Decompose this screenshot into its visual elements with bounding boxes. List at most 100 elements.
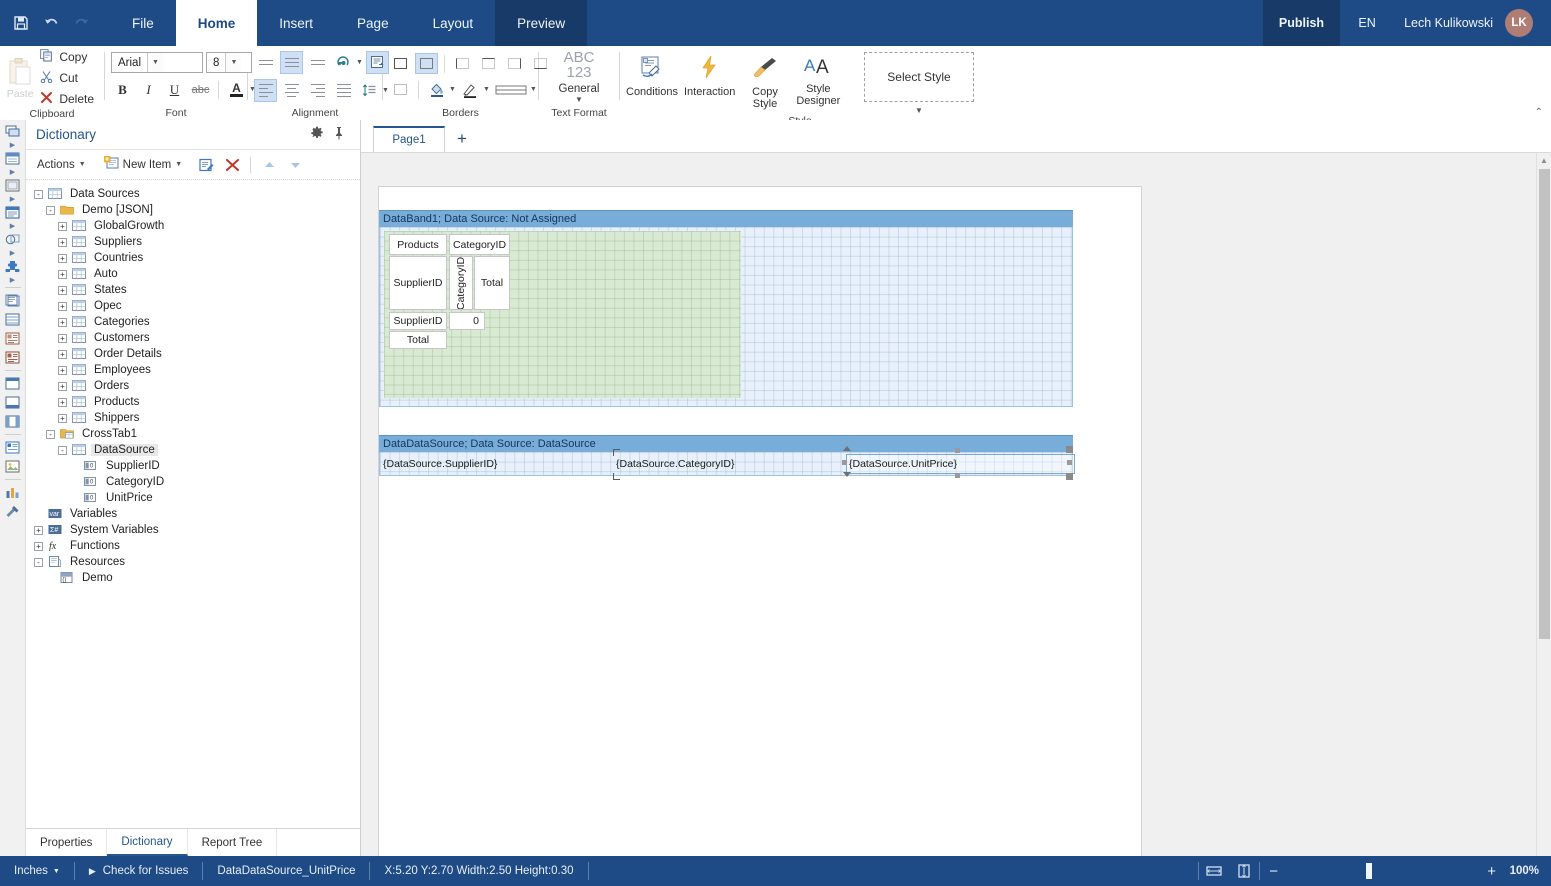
align-center-button[interactable] (280, 79, 303, 102)
border-style-button[interactable] (493, 79, 529, 100)
border-all-button[interactable] (389, 53, 412, 74)
tree-node-data-sources[interactable]: - Data Sources (26, 186, 360, 202)
tree-node-employees[interactable]: + Employees (26, 362, 360, 378)
band-header-datadatasource[interactable]: DataDataSource; Data Source: DataSource (379, 435, 1073, 452)
resize-handle-top-right[interactable] (1066, 446, 1073, 453)
crosstab-cell-products[interactable]: Products (389, 234, 447, 255)
page-tab-page1[interactable]: Page1 (373, 126, 445, 152)
expand-icon[interactable]: + (58, 349, 67, 359)
gear-icon[interactable] (306, 126, 328, 143)
table-component-icon[interactable] (2, 310, 24, 329)
chevron-right-icon[interactable]: ▶ (2, 168, 24, 176)
tree-node-order-details[interactable]: + Order Details (26, 346, 360, 362)
tree-node-resources[interactable]: - Resources (26, 554, 360, 570)
align-left-button[interactable] (254, 79, 277, 102)
align-middle-button[interactable] (280, 51, 303, 74)
resize-handle-middle-left[interactable] (842, 460, 847, 465)
tree-node-suppliers[interactable]: + Suppliers (26, 234, 360, 250)
crosstab-container[interactable]: Products CategoryID SupplierID CategoryI… (384, 231, 741, 398)
tab-page[interactable]: Page (335, 0, 411, 46)
selection-marker-bottom[interactable] (843, 472, 851, 477)
page-view-icon[interactable] (1199, 856, 1229, 886)
chevron-right-icon[interactable]: ▶ (2, 249, 24, 257)
chevron-down-icon[interactable]: ▼ (483, 86, 490, 93)
report-page[interactable]: DataBand1; Data Source: Not Assigned Pro… (378, 186, 1142, 856)
tab-dictionary[interactable]: Dictionary (107, 829, 188, 856)
text-component-icon[interactable] (2, 203, 24, 222)
resize-handle-bottom-center[interactable] (955, 473, 960, 478)
strikethrough-button[interactable]: abc (189, 78, 212, 101)
crosstab-cell-total-column[interactable]: Total (474, 256, 510, 310)
crosstab-cell-supplierid-row[interactable]: SupplierID (389, 312, 447, 330)
bold-button[interactable]: B (111, 78, 134, 101)
crosstab-cell-value-zero[interactable]: 0 (449, 312, 485, 330)
canvas-scroll-area[interactable]: DataBand1; Data Source: Not Assigned Pro… (361, 153, 1551, 856)
actions-menu[interactable]: Actions ▼ (34, 157, 89, 173)
copy-style-button[interactable]: Copy Style (741, 52, 788, 110)
text-format-button[interactable]: ABC 123 General ▼ (545, 50, 613, 104)
tree-node-states[interactable]: + States (26, 282, 360, 298)
dictionary-tree[interactable]: - Data Sources - Demo [JSON] + GlobalGrowth + S… (26, 180, 360, 828)
collapse-icon[interactable]: - (34, 557, 43, 567)
tree-node-unitprice[interactable]: 0 UnitPrice (26, 490, 360, 506)
tree-node-system-variables[interactable]: + Σ# System Variables (26, 522, 360, 538)
font-family-select[interactable]: Arial ▼ (111, 52, 203, 73)
tree-node-supplierid[interactable]: 0 SupplierID (26, 458, 360, 474)
cut-button[interactable]: Cut (36, 69, 98, 87)
tree-node-globalgrowth[interactable]: + GlobalGrowth (26, 218, 360, 234)
collapse-icon[interactable]: - (46, 429, 55, 439)
save-icon[interactable] (6, 0, 36, 46)
rich-text2-icon[interactable] (2, 348, 24, 367)
tree-node-demo[interactable]: {} Demo (26, 570, 360, 586)
expand-icon[interactable]: + (34, 525, 43, 535)
tree-node-customers[interactable]: + Customers (26, 330, 360, 346)
border-left-button[interactable] (451, 53, 474, 74)
align-bottom-button[interactable] (306, 51, 329, 74)
textbox-unitprice[interactable]: {DataSource.UnitPrice} (846, 454, 1075, 474)
expand-icon[interactable]: + (58, 317, 67, 327)
chevron-down-icon[interactable]: ▼ (915, 106, 923, 115)
align-top-button[interactable] (254, 51, 277, 74)
tab-file[interactable]: File (110, 0, 176, 46)
expand-icon[interactable]: + (58, 397, 67, 407)
band-body-databand1[interactable]: Products CategoryID SupplierID CategoryI… (379, 227, 1073, 407)
scrollbar-thumb[interactable] (1539, 169, 1550, 639)
avatar[interactable]: LK (1505, 9, 1533, 37)
chart-icon[interactable] (2, 483, 24, 502)
select-style-button[interactable]: Select Style (863, 52, 974, 102)
crosstab-cell-supplierid-rowheader[interactable]: SupplierID (389, 256, 447, 310)
chevron-down-icon[interactable]: ▼ (147, 53, 164, 72)
add-page-button[interactable]: + (445, 126, 479, 152)
panel-icon[interactable] (2, 291, 24, 310)
tree-node-variables[interactable]: var Variables (26, 506, 360, 522)
delete-button[interactable]: Delete (36, 90, 98, 108)
zoom-in-button[interactable]: + (1478, 856, 1506, 886)
vertical-scrollbar[interactable]: ▲ (1536, 153, 1551, 856)
header-band-icon[interactable] (2, 374, 24, 393)
copy-button[interactable]: Copy (36, 48, 98, 66)
zoom-out-button[interactable]: − (1260, 856, 1288, 886)
units-selector[interactable]: Inches ▼ (0, 856, 74, 886)
band-body-datadatasource[interactable]: {DataSource.SupplierID} {DataSource.Cate… (379, 452, 1075, 476)
zoom-slider[interactable] (1288, 856, 1478, 886)
collapse-icon[interactable]: - (58, 445, 67, 455)
underline-button[interactable]: U (163, 78, 186, 101)
border-box-button[interactable] (415, 53, 438, 74)
chevron-down-icon[interactable]: ▼ (530, 86, 537, 93)
cross-band-icon[interactable] (2, 149, 24, 168)
tree-node-crosstab1[interactable]: - CrossTab1 (26, 426, 360, 442)
expand-icon[interactable]: + (58, 269, 67, 279)
tree-node-demo-json-[interactable]: - Demo [JSON] (26, 202, 360, 218)
tree-node-opec[interactable]: + Opec (26, 298, 360, 314)
scroll-up-icon[interactable]: ▲ (1537, 153, 1551, 168)
text-box-icon[interactable] (2, 438, 24, 457)
resize-handle-bottom-right[interactable] (1066, 473, 1073, 480)
footer-band-icon[interactable] (2, 393, 24, 412)
textbox-categoryid[interactable]: {DataSource.CategoryID} (614, 455, 846, 473)
crosstab-cell-categoryid-header[interactable]: CategoryID (449, 234, 510, 255)
columns-icon[interactable] (2, 412, 24, 431)
expand-icon[interactable]: + (58, 381, 67, 391)
move-up-icon[interactable] (258, 155, 280, 175)
tab-layout[interactable]: Layout (411, 0, 496, 46)
textbox-supplierid[interactable]: {DataSource.SupplierID} (381, 455, 613, 473)
